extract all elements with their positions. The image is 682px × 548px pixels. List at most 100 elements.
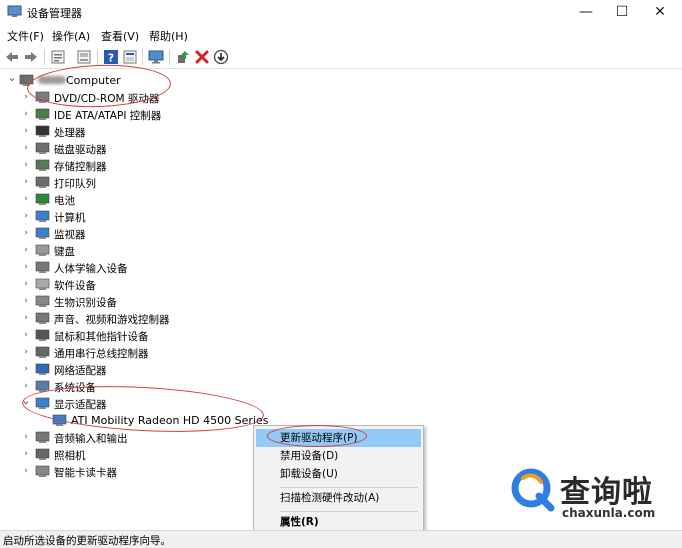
annotation-circle — [267, 425, 367, 447]
audio-io-icon — [35, 431, 50, 443]
view-icon[interactable] — [122, 49, 138, 65]
smart-card-icon — [35, 465, 50, 477]
scan-download-icon[interactable] — [213, 49, 229, 65]
chevron-right-icon[interactable]: › — [21, 261, 31, 273]
chevron-right-icon[interactable]: › — [21, 176, 31, 188]
chevron-right-icon[interactable]: › — [21, 244, 31, 256]
tree-item-label: 生物识别设备 — [54, 297, 117, 309]
watermark-url: chaxunla.com — [562, 506, 656, 520]
window-title: 设备管理器 — [27, 7, 82, 20]
chevron-right-icon[interactable]: › — [21, 125, 31, 137]
context-disable-device[interactable]: 禁用设备(D) — [256, 447, 421, 465]
help-icon[interactable]: ? — [103, 49, 119, 65]
tree-item-label: 键盘 — [54, 246, 75, 258]
menu-action[interactable]: 操作(A) — [52, 28, 90, 44]
hid-icon — [35, 261, 50, 273]
computer-icon — [35, 210, 50, 222]
chevron-down-icon[interactable]: ⌄ — [7, 72, 17, 86]
back-arrow-icon[interactable] — [4, 49, 20, 65]
tree-item-label: 磁盘驱动器 — [54, 144, 107, 156]
tree-category-item[interactable]: › 处理器 — [0, 123, 682, 140]
tree-category-item[interactable]: › 生物识别设备 — [0, 293, 682, 310]
chevron-right-icon[interactable]: › — [21, 465, 31, 477]
tree-category-item[interactable]: › 打印队列 — [0, 174, 682, 191]
chevron-right-icon[interactable]: › — [21, 329, 31, 341]
device-list-icon[interactable] — [76, 49, 92, 65]
toolbar-separator — [169, 49, 170, 65]
battery-icon — [35, 193, 50, 205]
menu-bar: 文件(F) 操作(A) 查看(V) 帮助(H) — [0, 25, 682, 45]
toolbar-separator — [142, 49, 143, 65]
software-device-icon — [35, 278, 50, 290]
minimize-button[interactable]: — — [568, 0, 604, 24]
tree-item-label: 人体学输入设备 — [54, 263, 128, 275]
context-uninstall-device[interactable]: 卸载设备(U) — [256, 465, 421, 483]
tree-category-item[interactable]: › 磁盘驱动器 — [0, 140, 682, 157]
properties-icon[interactable] — [50, 49, 66, 65]
tree-item-label: 网络适配器 — [54, 365, 107, 377]
tree-category-item[interactable]: › 人体学输入设备 — [0, 259, 682, 276]
tree-item-label: 通用串行总线控制器 — [54, 348, 149, 360]
tree-category-item[interactable]: › 软件设备 — [0, 276, 682, 293]
processor-icon — [35, 125, 50, 137]
menu-view[interactable]: 查看(V) — [101, 28, 139, 44]
biometric-icon — [35, 295, 50, 307]
context-scan-hardware[interactable]: 扫描检测硬件改动(A) — [256, 489, 421, 507]
forward-arrow-icon[interactable] — [23, 49, 39, 65]
tree-item-label: 监视器 — [54, 229, 86, 241]
tree-item-label: 音频输入和输出 — [54, 433, 128, 445]
chevron-right-icon[interactable]: › — [21, 278, 31, 290]
maximize-button[interactable]: ☐ — [604, 0, 640, 24]
tree-item-label: IDE ATA/ATAPI 控制器 — [54, 110, 162, 122]
chevron-right-icon[interactable]: › — [21, 159, 31, 171]
chevron-right-icon[interactable]: › — [21, 363, 31, 375]
uninstall-x-icon[interactable] — [194, 49, 210, 65]
tree-category-item[interactable]: › 通用串行总线控制器 — [0, 344, 682, 361]
tree-category-item[interactable]: › 电池 — [0, 191, 682, 208]
chevron-right-icon[interactable]: › — [21, 210, 31, 222]
menu-help[interactable]: 帮助(H) — [149, 28, 188, 44]
menu-file[interactable]: 文件(F) — [7, 28, 44, 44]
tree-item-label: 照相机 — [54, 450, 86, 462]
chevron-right-icon[interactable]: › — [21, 346, 31, 358]
chaxunla-logo-icon — [511, 468, 555, 512]
disk-drive-icon — [35, 142, 50, 154]
chevron-right-icon[interactable]: › — [21, 108, 31, 120]
close-button[interactable]: ✕ — [642, 0, 678, 24]
chevron-right-icon[interactable]: › — [21, 448, 31, 460]
camera-icon — [35, 448, 50, 460]
context-separator — [280, 511, 418, 512]
tree-item-label: 处理器 — [54, 127, 86, 139]
tree-category-item[interactable]: › 监视器 — [0, 225, 682, 242]
storage-controller-icon — [35, 159, 50, 171]
tree-item-label: 存储控制器 — [54, 161, 107, 173]
network-adapter-icon — [35, 363, 50, 375]
mouse-icon — [35, 329, 50, 341]
tree-category-item[interactable]: › 鼠标和其他指针设备 — [0, 327, 682, 344]
usb-icon — [35, 346, 50, 358]
tree-category-item[interactable]: › 声音、视频和游戏控制器 — [0, 310, 682, 327]
toolbar-separator — [44, 49, 45, 65]
tree-item-label: 鼠标和其他指针设备 — [54, 331, 149, 343]
tree-category-item[interactable]: › IDE ATA/ATAPI 控制器 — [0, 106, 682, 123]
monitor-icon[interactable] — [148, 49, 164, 65]
chevron-right-icon[interactable]: › — [21, 193, 31, 205]
tree-category-item[interactable]: › 存储控制器 — [0, 157, 682, 174]
chevron-right-icon[interactable]: › — [21, 227, 31, 239]
tree-item-label: 声音、视频和游戏控制器 — [54, 314, 170, 326]
tree-category-item[interactable]: › 键盘 — [0, 242, 682, 259]
status-text: 启动所选设备的更新驱动程序向导。 — [3, 535, 171, 547]
chevron-right-icon[interactable]: › — [21, 295, 31, 307]
tree-category-item[interactable]: › 网络适配器 — [0, 361, 682, 378]
device-manager-icon — [7, 5, 22, 17]
chevron-right-icon[interactable]: › — [21, 142, 31, 154]
tree-category-item[interactable]: › 计算机 — [0, 208, 682, 225]
chevron-right-icon[interactable]: › — [21, 380, 31, 392]
context-properties[interactable]: 属性(R) — [256, 513, 421, 531]
chevron-right-icon[interactable]: › — [21, 431, 31, 443]
chevron-right-icon[interactable]: › — [21, 312, 31, 324]
monitor-icon — [35, 227, 50, 239]
update-driver-icon[interactable] — [175, 49, 191, 65]
svg-text:?: ? — [108, 52, 114, 65]
tree-item-label: 计算机 — [54, 212, 86, 224]
